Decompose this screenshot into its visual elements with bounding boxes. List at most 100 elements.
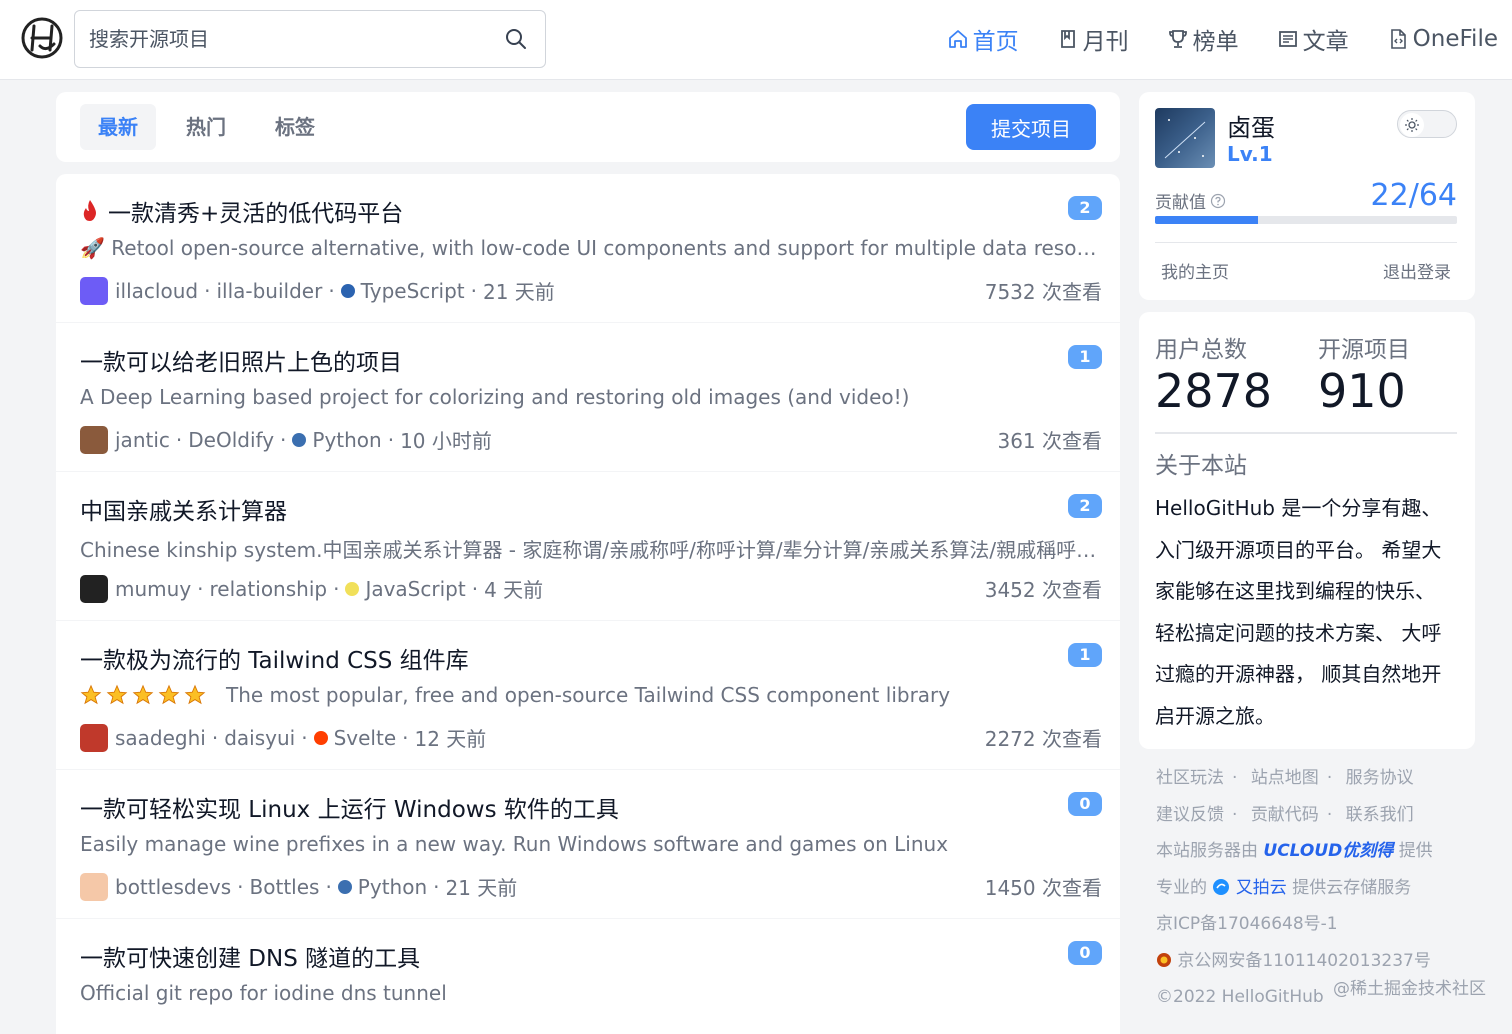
- my-homepage-link[interactable]: 我的主页: [1161, 258, 1229, 283]
- home-icon: [948, 30, 967, 48]
- language-dot-icon: [313, 730, 328, 745]
- item-author[interactable]: bottlesdevs: [115, 875, 231, 899]
- submit-project-button[interactable]: 提交项目: [966, 104, 1096, 150]
- item-views: 2272 次查看: [984, 727, 1102, 751]
- book-icon: [1060, 30, 1075, 48]
- search-input[interactable]: [87, 11, 487, 67]
- item-author[interactable]: jantic: [115, 428, 170, 452]
- comment-count-badge: 0: [1068, 792, 1102, 816]
- storage-suffix: 提供云存储服务: [1292, 877, 1412, 898]
- item-author[interactable]: saadeghi: [115, 726, 206, 750]
- hellogithub-logo[interactable]: [20, 16, 64, 60]
- search-box: [74, 10, 546, 68]
- nav-home-label: 首页: [972, 29, 1019, 55]
- footer-link-sitemap[interactable]: 站点地图: [1251, 768, 1319, 788]
- nav-article[interactable]: 文章: [1277, 20, 1349, 58]
- theme-toggle[interactable]: [1397, 110, 1457, 138]
- sun-icon: [1405, 118, 1419, 132]
- star-icon: [132, 684, 154, 705]
- list-item[interactable]: 一款极为流行的 Tailwind CSS 组件库 1 The most popu…: [56, 621, 1120, 770]
- item-repo[interactable]: daisyui: [224, 726, 295, 750]
- divider: [1155, 432, 1457, 434]
- item-description: A Deep Learning based project for colori…: [80, 385, 910, 409]
- list-item[interactable]: 一款可以给老旧照片上色的项目 1 A Deep Learning based p…: [56, 323, 1120, 472]
- upyun-icon: [1213, 878, 1230, 895]
- site-stats-card: 用户总数 2878 开源项目 910 关于本站 HelloGitHub 是一个分…: [1139, 312, 1475, 749]
- list-item[interactable]: 一款可快速创建 DNS 隧道的工具 0 Official git repo fo…: [56, 919, 1120, 1034]
- nav-monthly[interactable]: 月刊: [1057, 20, 1129, 58]
- comment-count-badge: 0: [1068, 941, 1102, 965]
- item-description: Official git repo for iodine dns tunnel: [80, 981, 447, 1005]
- item-views: 3452 次查看: [984, 578, 1102, 602]
- main-nav: 首页 月刊 榜单 文章 OneFile: [909, 20, 1498, 58]
- item-meta: jantic · DeOldify · Python · 10 小时前: [80, 425, 492, 454]
- ucloud-logo[interactable]: UCLOUD优刻得: [1263, 841, 1393, 861]
- item-language: Python: [357, 874, 428, 899]
- item-meta: illacloud · illa-builder · TypeScript · 21 …: [80, 276, 555, 305]
- trophy-icon: [1168, 30, 1187, 48]
- logout-link[interactable]: 退出登录: [1383, 258, 1451, 283]
- item-language: Python: [312, 427, 382, 452]
- tab-hot[interactable]: 热门: [168, 104, 244, 150]
- item-description: Chinese kinship system.中国亲戚关系计算器 - 家庭称谓/…: [80, 538, 1100, 562]
- avatar: [80, 872, 108, 901]
- list-item[interactable]: 中国亲戚关系计算器 2 Chinese kinship system.中国亲戚关…: [56, 472, 1120, 621]
- user-avatar[interactable]: [1155, 108, 1215, 168]
- projects-total-value: 910: [1318, 364, 1406, 418]
- item-description: Easily manage wine prefixes in a new way…: [80, 832, 949, 856]
- list-item[interactable]: 一款清秀+灵活的低代码平台 2 🚀 Retool open-source alt…: [56, 174, 1120, 323]
- footer-link-terms[interactable]: 服务协议: [1346, 768, 1414, 788]
- contribution-label: 贡献值: [1155, 188, 1226, 213]
- item-time: 4 天前: [484, 578, 544, 602]
- users-total-label: 用户总数: [1155, 337, 1247, 363]
- server-prefix: 本站服务器由: [1156, 841, 1258, 861]
- language-dot-icon: [292, 432, 307, 447]
- upyun-logo[interactable]: 又拍云: [1236, 878, 1287, 898]
- avatar: [80, 574, 108, 603]
- item-time: 10 小时前: [400, 429, 492, 453]
- language-dot-icon: [345, 581, 360, 596]
- item-views: 361 次查看: [997, 429, 1102, 453]
- nav-home[interactable]: 首页: [947, 20, 1019, 58]
- star-rating: [80, 684, 206, 706]
- tab-latest[interactable]: 最新: [80, 104, 156, 150]
- item-author[interactable]: illacloud: [115, 279, 198, 303]
- item-repo[interactable]: illa-builder: [216, 279, 322, 303]
- item-title-text: 一款极为流行的 Tailwind CSS 组件库: [80, 648, 469, 674]
- comment-count-badge: 2: [1068, 494, 1102, 518]
- avatar-starfield-icon: [1164, 119, 1206, 159]
- about-text: HelloGitHub 是一个分享有趣、入门级开源项目的平台。 希望大家能够在这…: [1155, 496, 1442, 728]
- footer-link-feedback[interactable]: 建议反馈: [1156, 805, 1224, 825]
- fire-icon: [83, 200, 96, 221]
- item-repo[interactable]: relationship: [210, 577, 328, 601]
- watermark: @稀土掘金技术社区: [1333, 979, 1486, 999]
- police-record: 京公网安备11011402013237号: [1177, 950, 1431, 971]
- footer-link-contribute[interactable]: 贡献代码: [1251, 805, 1319, 825]
- item-title: 一款清秀+灵活的低代码平台: [80, 194, 403, 228]
- footer-link-contact[interactable]: 联系我们: [1346, 805, 1414, 825]
- tab-tags[interactable]: 标签: [257, 104, 333, 150]
- nav-onefile[interactable]: OneFile: [1387, 20, 1498, 58]
- icp-record[interactable]: 京ICP备17046648号-1: [1156, 910, 1496, 947]
- item-title-text: 一款可轻松实现 Linux 上运行 Windows 软件的工具: [80, 797, 619, 823]
- search-icon[interactable]: [505, 28, 527, 50]
- footer-link-community[interactable]: 社区玩法: [1156, 768, 1224, 788]
- nav-rank[interactable]: 榜单: [1167, 20, 1239, 58]
- item-time: 21 天前: [482, 280, 555, 304]
- item-author[interactable]: mumuy: [115, 577, 191, 601]
- avatar: [80, 723, 108, 752]
- contribution-value: 22/64: [1370, 178, 1457, 213]
- item-title: 一款可快速创建 DNS 隧道的工具: [80, 939, 420, 973]
- item-repo[interactable]: DeOldify: [188, 428, 274, 452]
- item-time: 12 天前: [414, 727, 487, 751]
- avatar: [80, 276, 108, 305]
- list-item[interactable]: 一款可轻松实现 Linux 上运行 Windows 软件的工具 0 Easily…: [56, 770, 1120, 919]
- item-title-text: 一款可快速创建 DNS 隧道的工具: [80, 946, 421, 972]
- comment-count-badge: 2: [1068, 196, 1102, 220]
- item-description: The most popular, free and open-source T…: [80, 683, 1100, 707]
- divider: [1155, 242, 1457, 243]
- item-views: 1450 次查看: [984, 876, 1102, 900]
- item-repo[interactable]: Bottles: [250, 875, 320, 899]
- nav-rank-label: 榜单: [1192, 29, 1239, 55]
- help-icon[interactable]: [1210, 193, 1226, 209]
